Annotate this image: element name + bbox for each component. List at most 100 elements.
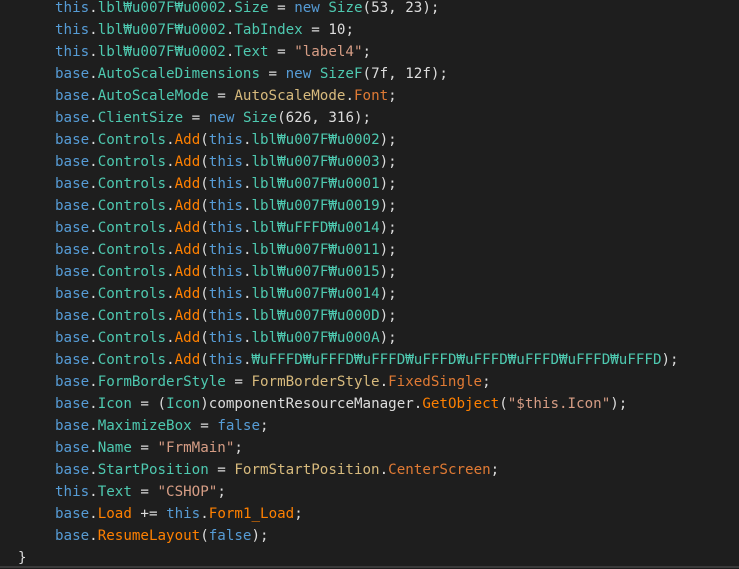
code-token-kw: this [208,220,243,236]
code-token-plain: . [89,330,98,346]
code-token-kw: this [208,242,243,258]
code-token-plain: . [166,352,175,368]
code-line[interactable]: base.Controls.Add(this.₩uFFFD₩uFFFD₩uFFF… [55,349,679,371]
code-line[interactable]: base.StartPosition = FormStartPosition.C… [55,459,499,481]
code-token-method: Add [174,286,201,302]
code-token-kw: new [294,0,320,16]
code-line[interactable]: base.AutoScaleDimensions = new SizeF(7f,… [55,63,448,85]
code-line[interactable]: base.Icon = (Icon)componentResourceManag… [55,393,627,415]
code-token-member: lbl₩u007F₩u0015 [251,264,380,280]
code-token-plain: = ( [131,396,167,412]
code-token-member: lbl₩u007F₩u000A [251,330,380,346]
code-token-plain: ); [379,198,397,214]
code-line[interactable]: base.Load += this.Form1_Load; [55,503,303,525]
code-token-plain: ); [379,132,397,148]
code-token-kw: base [55,308,90,324]
code-line[interactable]: base.Controls.Add(this.lbl₩u007F₩u0014); [55,283,397,305]
code-token-plain: . [166,154,175,170]
code-line[interactable]: base.Controls.Add(this.lbl₩u007F₩u000D); [55,305,397,327]
code-token-prop: Controls [97,286,167,302]
code-token-plain: . [166,330,175,346]
code-token-plain: = [208,462,235,478]
code-line[interactable]: base.FormBorderStyle = FormBorderStyle.F… [55,371,491,393]
code-editor[interactable]: this.lbl₩u007F₩u0002.Size = new Size(53,… [0,0,739,568]
code-token-prop: AutoScaleDimensions [97,66,261,82]
code-token-plain: . [379,374,389,390]
code-token-str: "FrmMain" [157,440,235,456]
code-token-kw: base [55,352,90,368]
code-token-plain: (7f, 12f); [362,66,448,82]
code-line[interactable]: base.Controls.Add(this.lbl₩u007F₩u0015); [55,261,397,283]
code-token-kw: this [208,330,243,346]
code-token-plain: . [89,242,98,258]
code-token-type: Size [242,110,278,126]
code-token-plain: ; [217,484,226,500]
code-token-plain: . [242,220,252,236]
code-line[interactable]: base.Controls.Add(this.lbl₩u007F₩u0003); [55,151,397,173]
code-token-kw: base [55,242,90,258]
code-token-prop: Icon [97,396,132,412]
code-token-plain: ( [200,286,209,302]
code-line[interactable]: this.lbl₩u007F₩u0002.TabIndex = 10; [55,19,354,41]
code-token-plain: ); [610,396,628,412]
code-token-member: lbl₩u007F₩u0002 [251,132,380,148]
code-line[interactable]: base.Controls.Add(this.lbl₩u007F₩u0001); [55,173,397,195]
code-token-prop: Controls [97,308,167,324]
code-token-member: lbl₩uFFFD₩u0014 [251,220,380,236]
code-token-method: Add [174,352,201,368]
code-token-method: Add [174,176,201,192]
code-token-plain: . [89,484,98,500]
code-token-prop: Controls [97,198,167,214]
code-line[interactable]: base.ResumeLayout(false); [55,525,269,547]
code-token-plain: . [89,110,98,126]
code-line[interactable]: base.Controls.Add(this.lbl₩u007F₩u0019); [55,195,397,217]
code-token-kw: base [55,66,90,82]
code-token-prop: TabIndex [234,22,303,38]
code-line[interactable]: base.ClientSize = new Size(626, 316); [55,107,371,129]
code-token-plain: . [89,264,98,280]
code-token-kw: this [208,132,243,148]
code-line[interactable]: base.Controls.Add(this.lbl₩uFFFD₩u0014); [55,217,397,239]
code-line[interactable]: this.lbl₩u007F₩u0002.Text = "label4"; [55,41,371,63]
code-line[interactable]: this.lbl₩u007F₩u0002.Size = new Size(53,… [55,0,439,19]
code-token-plain: ); [379,330,397,346]
code-line[interactable]: base.AutoScaleMode = AutoScaleMode.Font; [55,85,397,107]
code-token-plain: . [89,132,98,148]
code-token-plain: . [166,308,175,324]
code-token-prop: FormBorderStyle [97,374,226,390]
code-token-plain: ( [200,198,209,214]
code-line[interactable]: base.Controls.Add(this.lbl₩u007F₩u0002); [55,129,397,151]
code-token-kw: base [55,132,90,148]
code-token-plain: = [225,374,252,390]
code-token-kw: base [55,220,90,236]
code-token-plain: . [379,462,389,478]
code-token-plain: . [89,0,98,16]
code-line[interactable]: base.Controls.Add(this.lbl₩u007F₩u0011); [55,239,397,261]
code-token-plain: . [166,220,175,236]
code-token-plain: ; [294,506,303,522]
code-token-plain: ); [379,220,397,236]
code-token-member: lbl₩u007F₩u0002 [97,0,226,16]
code-token-plain: . [89,308,98,324]
code-line[interactable]: base.Controls.Add(this.lbl₩u007F₩u000A); [55,327,397,349]
code-token-plain: . [242,198,252,214]
code-token-kw: base [55,528,90,544]
code-token-plain: ( [200,264,209,280]
code-token-method: Add [174,154,201,170]
code-line[interactable]: base.MaximizeBox = false; [55,415,269,437]
code-token-plain: . [89,418,98,434]
code-token-member: ₩uFFFD₩uFFFD₩uFFFD₩uFFFD₩uFFFD₩uFFFD₩uFF… [251,352,662,368]
code-token-kw: this [166,506,201,522]
code-token-plain: ); [379,264,397,280]
code-token-member: lbl₩u007F₩u000D [251,308,380,324]
code-token-plain: . [89,198,98,214]
code-token-kw: this [55,44,90,60]
code-token-plain: . [89,374,98,390]
code-token-plain: ; [490,462,500,478]
code-token-plain: . [89,286,98,302]
code-line[interactable]: base.Name = "FrmMain"; [55,437,243,459]
code-token-type: Size [328,0,363,16]
code-token-type: SizeF [319,66,363,82]
code-line[interactable]: this.Text = "CSHOP"; [55,481,226,503]
